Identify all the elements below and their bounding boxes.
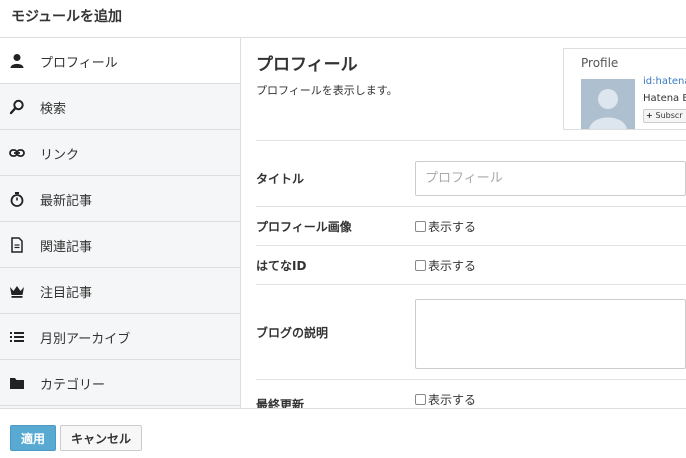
checkbox[interactable] bbox=[415, 221, 426, 232]
profile-image-label: プロフィール画像 bbox=[256, 220, 352, 234]
sidebar-item-link[interactable]: リンク bbox=[0, 130, 240, 176]
sidebar-item-label: 注目記事 bbox=[40, 286, 93, 301]
preview-hatena-id: id:hatena bbox=[643, 76, 686, 87]
sidebar-item-label: 検索 bbox=[40, 102, 67, 117]
sidebar-item-label: 月別アーカイブ bbox=[40, 332, 131, 347]
link-icon bbox=[9, 145, 25, 161]
last-updated-label: 最終更新 bbox=[256, 398, 305, 408]
module-title: プロフィール bbox=[256, 55, 358, 75]
divider bbox=[256, 284, 686, 285]
person-icon bbox=[9, 53, 25, 69]
sidebar-item-featured-posts[interactable]: 注目記事 bbox=[0, 268, 240, 314]
sidebar-item-monthly-archive[interactable]: 月別アーカイブ bbox=[0, 314, 240, 360]
module-sidebar: プロフィール 検索 リンク 最新記事 関連記事 注目記事 月別アーカイブ カテゴ… bbox=[0, 38, 241, 408]
folder-icon bbox=[9, 375, 25, 391]
hatena-id-checkbox[interactable]: 表示する bbox=[415, 257, 476, 274]
dialog-footer: 適用 キャンセル bbox=[0, 408, 686, 458]
dialog-header: モジュールを追加 bbox=[0, 0, 686, 38]
cancel-button[interactable]: キャンセル bbox=[60, 425, 142, 451]
divider bbox=[256, 140, 686, 141]
divider bbox=[256, 379, 686, 380]
list-icon bbox=[9, 329, 25, 345]
plus-icon: + bbox=[646, 111, 656, 120]
sidebar-item-recent-posts[interactable]: 最新記事 bbox=[0, 176, 240, 222]
sidebar-item-label: 関連記事 bbox=[40, 240, 93, 255]
title-label: タイトル bbox=[256, 172, 305, 186]
sidebar-item-label: カテゴリー bbox=[40, 378, 106, 393]
dialog-title: モジュールを追加 bbox=[11, 9, 123, 25]
crown-icon bbox=[9, 283, 25, 299]
apply-button[interactable]: 適用 bbox=[10, 425, 56, 451]
sidebar-item-label: 最新記事 bbox=[40, 194, 93, 209]
checkbox[interactable] bbox=[415, 260, 426, 271]
sidebar-item-label: プロフィール bbox=[40, 56, 118, 71]
profile-image-checkbox[interactable]: 表示する bbox=[415, 218, 476, 235]
preview-subscribe-button: + Subscr bbox=[643, 109, 686, 123]
checkbox-label: 表示する bbox=[428, 220, 477, 234]
divider bbox=[256, 245, 686, 246]
sidebar-item-label: リンク bbox=[40, 148, 80, 163]
search-icon bbox=[9, 99, 25, 115]
document-icon bbox=[9, 237, 25, 253]
stopwatch-icon bbox=[9, 191, 25, 207]
sidebar-item-category[interactable]: カテゴリー bbox=[0, 360, 240, 406]
blog-description-textarea[interactable] bbox=[415, 299, 686, 369]
sidebar-item-profile[interactable]: プロフィール bbox=[0, 38, 240, 84]
module-settings-panel: プロフィール プロフィールを表示します。 Profile id:hatena H… bbox=[242, 38, 686, 408]
blog-description-label: ブログの説明 bbox=[256, 326, 329, 340]
preview-title: Profile bbox=[581, 56, 619, 70]
preview-subscribe-label: Subscr bbox=[655, 111, 683, 120]
sidebar-item-search[interactable]: 検索 bbox=[0, 84, 240, 130]
divider bbox=[256, 206, 686, 207]
preview-name: Hatena B bbox=[643, 93, 686, 104]
sidebar-item-related-posts[interactable]: 関連記事 bbox=[0, 222, 240, 268]
avatar bbox=[581, 79, 635, 129]
checkbox-label: 表示する bbox=[428, 259, 477, 273]
module-description: プロフィールを表示します。 bbox=[256, 84, 398, 97]
checkbox[interactable] bbox=[415, 394, 426, 405]
title-input[interactable] bbox=[415, 161, 686, 196]
profile-preview: Profile id:hatena Hatena B + Subscr bbox=[563, 48, 686, 130]
last-updated-checkbox[interactable]: 表示する bbox=[415, 391, 476, 408]
hatena-id-label: はてなID bbox=[256, 259, 307, 273]
checkbox-label: 表示する bbox=[428, 393, 477, 407]
